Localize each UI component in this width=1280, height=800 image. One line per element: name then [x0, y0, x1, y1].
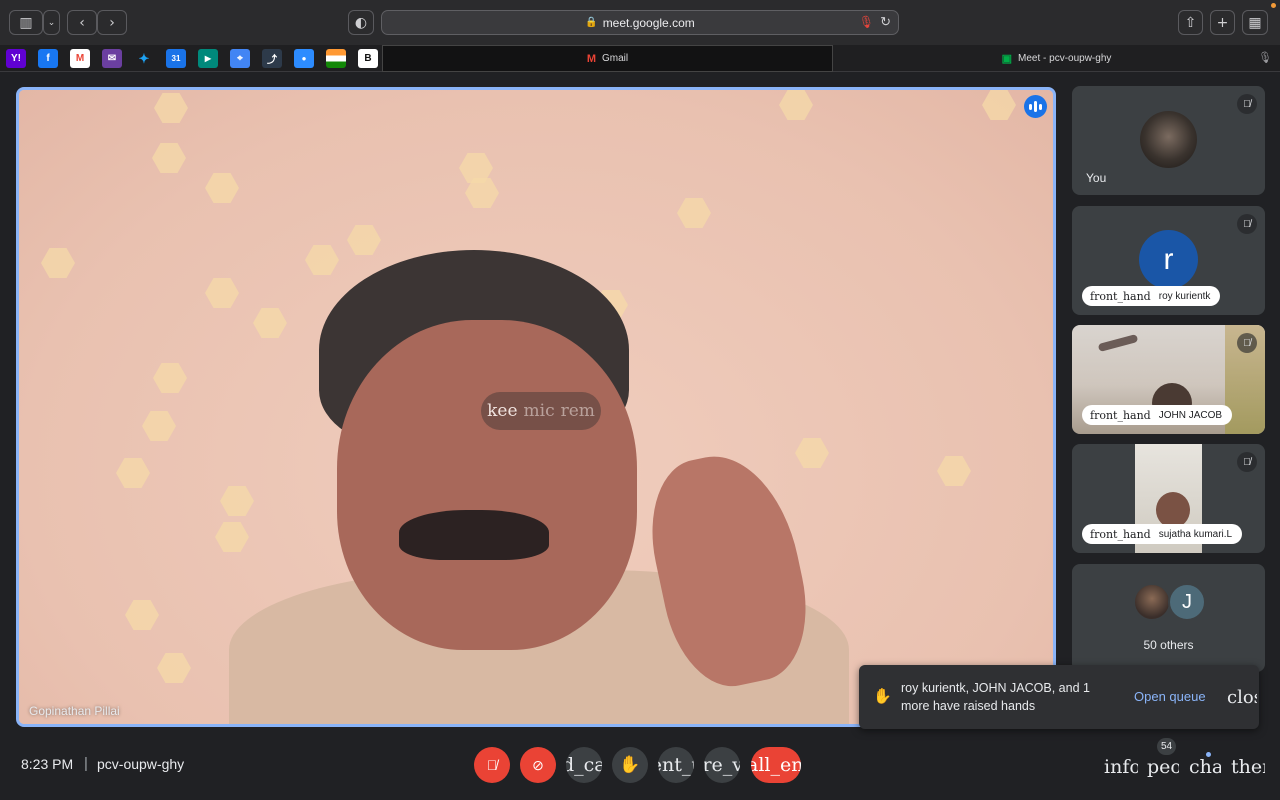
- avatar: r: [1139, 230, 1198, 289]
- raised-hand-chip: front_hand sujatha kumari.L: [1082, 524, 1243, 544]
- activities-button[interactable]: therapy: [1231, 756, 1265, 778]
- present-button[interactable]: present_to_all: [658, 747, 694, 783]
- privacy-shield-icon[interactable]: ◐: [348, 10, 374, 35]
- present-icon: present_to_all: [658, 754, 694, 776]
- reload-icon[interactable]: ↻: [880, 14, 891, 30]
- participant-name: roy kurientk: [1158, 290, 1211, 302]
- speaker-face: [337, 320, 637, 650]
- others-count: 50 others: [1143, 638, 1194, 652]
- bookmark-yahoo-icon[interactable]: Y!: [6, 49, 26, 68]
- captions-icon: closed_caption: [566, 754, 602, 776]
- bookmark-twitter-icon[interactable]: ✦: [134, 49, 154, 68]
- browser-toolbar: ▥ ⌄ ‹ › ◐ 🔒 meet.google.com 🎙 ↻ ⇧ + ▦: [0, 0, 1280, 45]
- avatar: [1133, 583, 1171, 621]
- bookmark-india-flag-icon[interactable]: [326, 49, 346, 68]
- bookmark-facebook-icon[interactable]: f: [38, 49, 58, 68]
- tab-overview-icon[interactable]: ▦: [1242, 10, 1268, 35]
- participant-name: JOHN JACOB: [1158, 409, 1223, 421]
- address-bar[interactable]: 🔒 meet.google.com 🎙 ↻: [381, 10, 899, 35]
- raised-hands-toast: ✋ roy kurientk, JOHN JACOB, and 1 more h…: [859, 665, 1259, 729]
- participant-tile-john[interactable]: 🎙̸ front_hand JOHN JACOB: [1072, 325, 1265, 434]
- raised-hand-chip: front_hand JOHN JACOB: [1082, 405, 1233, 425]
- bookmark-calendar-icon[interactable]: 31: [166, 49, 186, 68]
- participant-head: [1156, 492, 1190, 528]
- mic-off-icon: 🎙̸: [1237, 94, 1257, 114]
- lock-icon: 🔒: [585, 17, 598, 28]
- main-speaker-name: Gopinathan Pillai: [29, 704, 120, 718]
- close-toast-button[interactable]: close: [1227, 687, 1257, 708]
- tab-meet-label: Meet - pcv-oupw-ghy: [1018, 53, 1112, 64]
- notification-dot: [1271, 3, 1276, 8]
- open-queue-button[interactable]: Open queue: [1134, 689, 1206, 704]
- raised-hand-icon: front_hand: [1090, 289, 1151, 303]
- speaker-mustache: [399, 510, 549, 560]
- new-tab-icon[interactable]: +: [1210, 10, 1235, 35]
- participant-tile-you[interactable]: 🎙̸ You: [1072, 86, 1265, 195]
- people-button[interactable]: people: [1147, 756, 1179, 778]
- raise-hand-button[interactable]: ✋: [612, 747, 648, 783]
- avatar: [1140, 111, 1197, 168]
- camera-off-icon: ⊘: [532, 756, 544, 773]
- avatar: J: [1168, 583, 1206, 621]
- bookmark-meet-icon[interactable]: ▶: [198, 49, 218, 68]
- forward-icon[interactable]: ›: [97, 10, 127, 35]
- mic-off-icon: 🎙̸: [1237, 333, 1257, 353]
- main-speaker-video[interactable]: kee mic rem Gopinathan Pillai: [16, 87, 1056, 727]
- more-options-button[interactable]: more_vert: [704, 747, 740, 783]
- mic-recording-icon[interactable]: 🎙: [859, 15, 874, 29]
- speaking-indicator-icon: [1024, 95, 1047, 118]
- bookmark-gmail-icon[interactable]: M: [70, 49, 90, 68]
- share-icon[interactable]: ⇧: [1178, 10, 1203, 35]
- meeting-details-button[interactable]: info: [1104, 756, 1138, 778]
- people-count-badge: 54: [1157, 738, 1176, 755]
- participant-name: You: [1086, 171, 1107, 185]
- back-icon[interactable]: ‹: [67, 10, 97, 35]
- bookmark-zoom-icon[interactable]: ●: [294, 49, 314, 68]
- meeting-code: pcv-oupw-ghy: [97, 756, 185, 772]
- raise-hand-icon: ✋: [619, 755, 641, 774]
- raised-hand-icon: front_hand: [1090, 527, 1151, 541]
- bookmark-maps-icon[interactable]: ⌖: [230, 49, 250, 68]
- call-end-icon: call_end: [751, 754, 801, 776]
- keep-mic-hint: kee mic rem: [481, 392, 601, 430]
- chat-button[interactable]: chat: [1189, 756, 1221, 778]
- more-icon: more_vert: [704, 754, 740, 776]
- tab-gmail[interactable]: M Gmail: [382, 45, 833, 72]
- toast-message: roy kurientk, JOHN JACOB, and 1 more hav…: [901, 681, 1090, 713]
- tab-gmail-label: Gmail: [602, 53, 629, 64]
- raised-hand-icon: front_hand: [1090, 408, 1151, 422]
- mic-off-icon: 🎙̸: [1237, 214, 1257, 234]
- others-tile[interactable]: J 50 others: [1072, 564, 1265, 672]
- participant-name: sujatha kumari.L: [1158, 528, 1233, 540]
- hint-word: mic: [523, 401, 555, 421]
- tab-audio-mic-icon[interactable]: 🎙: [1258, 51, 1272, 64]
- meeting-clock: 8:23 PM: [21, 756, 74, 772]
- participant-tile-roy[interactable]: r 🎙̸ front_hand roy kurientk: [1072, 206, 1265, 315]
- hint-word: rem: [560, 401, 595, 421]
- raised-hand-chip: front_hand roy kurientk: [1082, 286, 1221, 306]
- mic-toggle-button[interactable]: 🎙̸: [474, 747, 510, 783]
- bookmarks-bar: Y! f M ✉ ✦ 31 ▶ ⌖ ⤴ ● B M Gmail ▣ Meet -…: [0, 45, 1280, 72]
- mic-off-icon: 🎙̸: [486, 757, 498, 773]
- camera-toggle-button[interactable]: ⊘: [520, 747, 556, 783]
- gmail-icon: M: [586, 52, 597, 65]
- captions-button[interactable]: closed_caption: [566, 747, 602, 783]
- tab-meet[interactable]: ▣ Meet - pcv-oupw-ghy: [833, 45, 1280, 72]
- sidebar-toggle-icon[interactable]: ▥: [9, 10, 43, 35]
- chevron-down-icon[interactable]: ⌄: [43, 10, 60, 35]
- bookmark-b-icon[interactable]: B: [358, 49, 378, 68]
- url-text: meet.google.com: [602, 15, 695, 30]
- bookmark-mail-icon[interactable]: ✉: [102, 49, 122, 68]
- leave-call-button[interactable]: call_end: [751, 747, 801, 783]
- mic-off-icon: 🎙̸: [1237, 452, 1257, 472]
- meet-icon: ▣: [1001, 53, 1013, 65]
- bookmark-chart-icon[interactable]: ⤴: [262, 49, 282, 68]
- hint-word: kee: [487, 401, 518, 421]
- raised-hand-icon: ✋: [873, 688, 892, 705]
- divider: |: [84, 755, 88, 772]
- participant-tile-sujatha[interactable]: 🎙̸ front_hand sujatha kumari.L: [1072, 444, 1265, 553]
